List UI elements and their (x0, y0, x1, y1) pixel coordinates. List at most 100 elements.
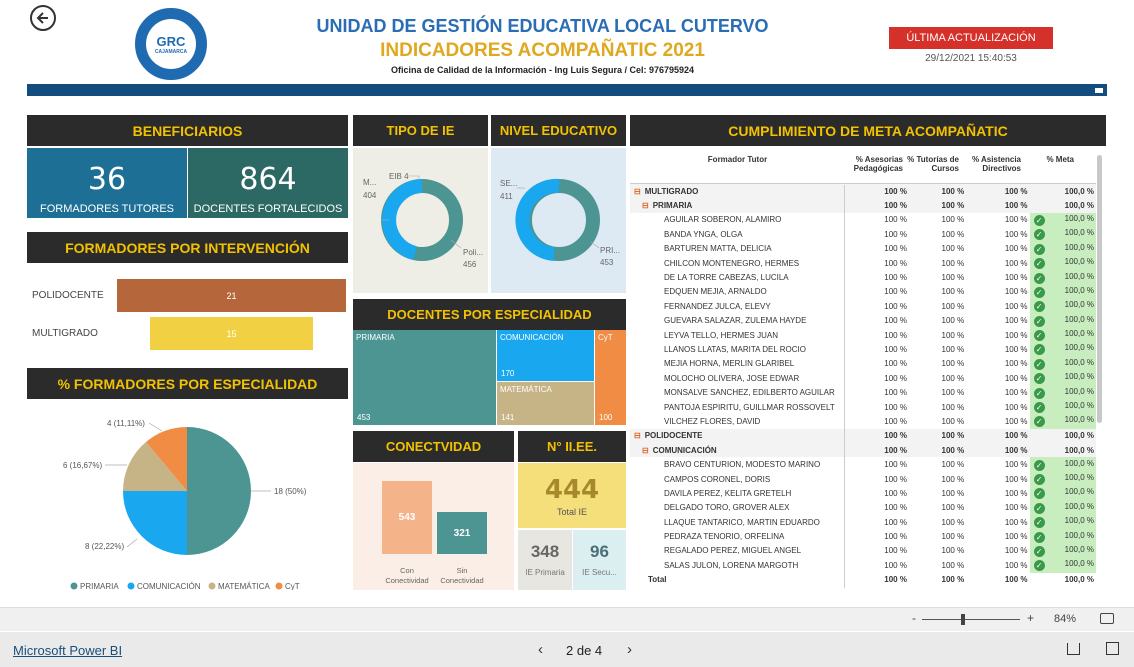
treemap-primaria[interactable]: PRIMARIA 453 (353, 330, 496, 425)
meta-row-group[interactable]: ⊟ MULTIGRADO 100 % 100 % 100 % 100,0 % (630, 184, 1096, 199)
meta-row-tutor[interactable]: EDQUEN MEJIA, ARNALDO 100 % 100 % 100 % ✓ 100… (630, 284, 1096, 300)
meta-row-tutor[interactable]: MEJIA HORNA, MERLIN GLARIBEL 100 % 100 % 10… (630, 356, 1096, 372)
back-button[interactable] (30, 5, 56, 31)
meta-row-tutor[interactable]: SALAS JULON, LORENA MARGOTH 100 % 100 % 100… (630, 558, 1096, 573)
nivel-label-pri: PRI... (600, 246, 620, 255)
meta-row-tutor[interactable]: DAVILA PEREZ, KELITA GRETELH 100 % 100 % 10… (630, 486, 1096, 501)
meta-tutorias: 100 % (941, 474, 965, 484)
meta-porcentaje: 100,0 % (1064, 559, 1094, 569)
meta-table-scrollbar[interactable] (1097, 155, 1102, 423)
meta-porcentaje: 100,0 % (1064, 300, 1094, 310)
treemap-matematica[interactable]: MATEMÁTICA 141 (497, 382, 594, 425)
check-icon: ✓ (1033, 229, 1045, 241)
meta-porcentaje: 100,0 % (1064, 213, 1094, 223)
conectividad-bar-sin[interactable]: 321 (437, 512, 487, 554)
meta-row-group[interactable]: ⊟ POLIDOCENTE 100 % 100 % 100 % 100,0 % (630, 428, 1096, 444)
meta-row-tutor[interactable]: PEDRAZA TENORIO, ORFELINA 100 % 100 % 100 %… (630, 529, 1096, 544)
treemap[interactable]: PRIMARIA 453 COMUNICACIÓN 170 MATEMÁTICA… (353, 330, 626, 425)
pie-slice-comunicacion[interactable] (123, 491, 187, 555)
focus-mode-icon[interactable] (1095, 88, 1103, 93)
meta-row-tutor[interactable]: LLANOS LLATAS, MARITA DEL ROCIO 100 % 100 … (630, 342, 1096, 357)
check-icon: ✓ (1033, 531, 1045, 543)
meta-row-tutor[interactable]: FERNANDEZ JULCA, ELEVY 100 % 100 % 100 % ✓ 10… (630, 299, 1096, 314)
meta-asistencia: 100 % (1004, 517, 1028, 527)
meta-row-group[interactable]: ⊟ PRIMARIA 100 % 100 % 100 % 100,0 % (630, 198, 1096, 213)
meta-asistencia: 100 % (1004, 503, 1028, 513)
meta-row-tutor[interactable]: VILCHEZ FLORES, DAVID 100 % 100 % 100 % ✓ 100… (630, 414, 1096, 429)
meta-row-tutor[interactable]: LEYVA TELLO, HERMES JUAN 100 % 100 % 100 % ✓… (630, 327, 1096, 343)
intervencion-value-multigrado: 15 (226, 328, 237, 339)
intervencion-label-multigrado: MULTIGRADO (32, 328, 98, 339)
meta-asesorias: 100 % (884, 330, 907, 340)
tipo-ie-donut-chart[interactable]: M... 404 EIB 4 Poli... 456 (353, 148, 488, 293)
meta-row-name: BRAVO CENTURION, MODESTO MARINO (664, 460, 821, 470)
meta-row-tutor[interactable]: CAMPOS CORONEL, DORIS 100 % 100 % 100 % ✓ 100… (630, 471, 1096, 487)
meta-row-tutor[interactable]: GUEVARA SALAZAR, ZULEMA HAYDE 100 % 100 % 1… (630, 313, 1096, 328)
meta-row-tutor[interactable]: REGALADO PEREZ, MIGUEL ANGEL 100 % 100 % 10… (630, 543, 1096, 559)
nivel-slice-secundaria[interactable] (515, 178, 560, 261)
meta-asesorias: 100 % (884, 244, 907, 254)
meta-porcentaje: 100,0 % (1064, 544, 1094, 554)
meta-row-name: MEJIA HORNA, MERLIN GLARIBEL (664, 359, 795, 369)
meta-row-tutor[interactable]: LLAQUE TANTARICO, MARTIN EDUARDO 100 % 100… (630, 514, 1096, 530)
meta-row-tutor[interactable]: MOLOCHO OLIVERA, JOSE EDWAR 100 % 100 % 100… (630, 371, 1096, 386)
meta-row-group[interactable]: ⊟ COMUNICACIÓN 100 % 100 % 100 % 100,0 % (630, 443, 1096, 458)
meta-row-tutor[interactable]: DELGADO TORO, GROVER ALEX 100 % 100 % 100 %… (630, 500, 1096, 515)
check-icon: ✓ (1033, 402, 1045, 414)
tipo-ie-slice-multigrado[interactable] (382, 179, 423, 260)
next-page-button[interactable]: › (627, 641, 632, 658)
iiee-primaria-value: 348 (530, 542, 560, 561)
pie-slice-primaria[interactable] (187, 427, 251, 555)
meta-table-container: Formador Tutor % Asesorias Pedagógicas %… (630, 148, 1096, 588)
expand-collapse-icon[interactable]: ⊟ (634, 187, 641, 196)
treemap-cyt-value: 100 (599, 413, 613, 422)
last-update-badge: ÚLTIMA ACTUALIZACIÓN (889, 27, 1053, 49)
iiee-secundaria-card: 96 IE Secu... (573, 530, 626, 590)
meta-row-tutor[interactable]: CHILCON MONTENEGRO, HERMES 100 % 100 % 100 … (630, 255, 1096, 271)
meta-asesorias: 100 % (884, 359, 907, 369)
meta-row-tutor[interactable]: MONSALVE SANCHEZ, EDILBERTO AGUILAR 100 %… (630, 385, 1096, 400)
meta-row-tutor[interactable]: AGUILAR SOBERON, ALAMIRO 100 % 100 % 100 % ✓… (630, 212, 1096, 228)
col-asesorias[interactable]: % Asesorias Pedagógicas (845, 155, 903, 173)
powerbi-link[interactable]: Microsoft Power BI (13, 643, 122, 658)
credits-text: Oficina de Calidad de la Información - I… (390, 65, 695, 75)
kpi-docentes: 864 DOCENTES FORTALECIDOS (188, 148, 348, 218)
meta-porcentaje: 100,0 % (1064, 487, 1094, 497)
intervencion-bar-polidocente[interactable]: 21 (117, 279, 346, 312)
meta-asesorias: 100 % (884, 229, 907, 239)
meta-row-tutor[interactable]: BANDA YNGA, OLGA 100 % 100 % 100 % ✓ 100,0 % (630, 227, 1096, 242)
zoom-out-button[interactable]: - (912, 611, 916, 625)
expand-collapse-icon[interactable]: ⊟ (642, 446, 649, 455)
prev-page-button[interactable]: ‹ (538, 641, 543, 658)
intervencion-bar-multigrado[interactable]: 15 (150, 317, 313, 350)
zoom-slider-handle[interactable] (961, 614, 965, 625)
legend-comunicacion: COMUNICACIÓN (137, 582, 201, 590)
fullscreen-icon[interactable] (1106, 642, 1119, 655)
col-asistencia[interactable]: % Asistencia Directivos (959, 155, 1021, 173)
nivel-donut-chart[interactable]: SE... 411 PRI... 453 (491, 148, 626, 293)
meta-tutorias: 100 % (941, 460, 965, 470)
fit-to-page-icon[interactable] (1100, 613, 1114, 624)
expand-collapse-icon[interactable]: ⊟ (634, 431, 641, 440)
meta-row-tutor[interactable]: DE LA TORRE CABEZAS, LUCILA 100 % 100 % 100… (630, 270, 1096, 285)
share-icon[interactable] (1067, 643, 1080, 655)
zoom-slider[interactable] (922, 619, 1020, 620)
meta-row-tutor[interactable]: PANTOJA ESPIRITU, GUILLMAR ROSSOVELT 100 … (630, 399, 1096, 415)
col-meta[interactable]: % Meta (1021, 155, 1074, 164)
zoom-in-button[interactable]: + (1027, 611, 1034, 625)
meta-asistencia: 100 % (1004, 546, 1028, 556)
page-subtitle: INDICADORES ACOMPAÑATIC 2021 (380, 40, 705, 61)
conectividad-bar-con[interactable]: 543 (382, 481, 432, 554)
treemap-comunicacion[interactable]: COMUNICACIÓN 170 (497, 330, 594, 381)
especialidad-pie-chart[interactable]: 18 (50%) 8 (22,22%) 6 (16,67%) 4 (11,11%… (27, 405, 348, 590)
treemap-cyt[interactable]: CyT 100 (595, 330, 626, 425)
beneficiarios-title: BENEFICIARIOS (27, 115, 348, 146)
meta-row-tutor[interactable]: BRAVO CENTURION, MODESTO MARINO 100 % 100 … (630, 457, 1096, 472)
col-tutorias[interactable]: % Tutorías de Cursos (903, 155, 959, 173)
meta-row-tutor[interactable]: BARTUREN MATTA, DELICIA 100 % 100 % 100 % ✓ 1… (630, 241, 1096, 256)
expand-collapse-icon[interactable]: ⊟ (642, 201, 649, 210)
col-formador[interactable]: Formador Tutor (630, 155, 845, 164)
iiee-secundaria-value: 96 (590, 542, 609, 561)
meta-row-name: PEDRAZA TENORIO, ORFELINA (664, 532, 785, 542)
meta-row-name: PANTOJA ESPIRITU, GUILLMAR ROSSOVELT (664, 402, 835, 412)
